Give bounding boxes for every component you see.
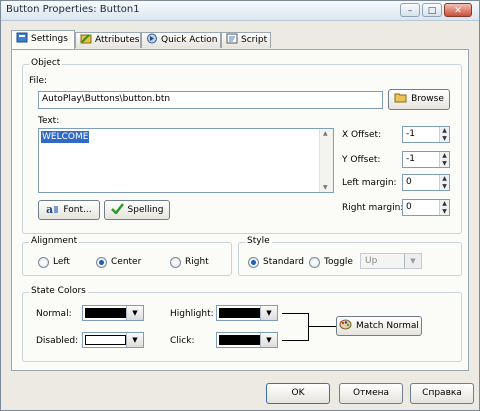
file-field[interactable]: AutoPlay\Buttons\button.btn	[38, 91, 383, 109]
close-icon[interactable]: ✕	[444, 3, 472, 17]
browse-label: Browse	[411, 94, 444, 104]
style-legend: Style	[245, 236, 272, 246]
quick-action-icon	[146, 33, 158, 44]
maximize-icon[interactable]: □	[422, 3, 442, 17]
spell-check-icon	[110, 203, 124, 215]
help-button[interactable]: Справка	[410, 383, 474, 404]
normal-color-picker[interactable]: ▼	[82, 305, 144, 321]
left-margin-value: 0	[406, 177, 412, 187]
settings-page: Object File: AutoPlay\Buttons\button.btn…	[11, 49, 469, 371]
window-title: Button Properties: Button1	[6, 4, 140, 15]
tab-script[interactable]: Script	[221, 32, 271, 48]
align-center-label[interactable]: Center	[111, 257, 141, 267]
font-button[interactable]: a Font...	[38, 200, 100, 220]
file-label: File:	[29, 76, 48, 86]
chevron-down-icon[interactable]: ▼	[260, 333, 277, 347]
normal-color-swatch	[85, 308, 126, 318]
browse-button[interactable]: Browse	[388, 89, 450, 110]
click-color-swatch	[219, 335, 260, 345]
tab-attributes[interactable]: Attributes	[75, 32, 141, 48]
spelling-button[interactable]: Spelling	[104, 200, 170, 220]
tab-settings[interactable]: Settings	[11, 30, 75, 49]
x-offset-spinner[interactable]: ▲ ▼	[439, 127, 449, 142]
text-scrollbar[interactable]: ▲ ▼	[319, 129, 333, 192]
scroll-down-icon[interactable]: ▼	[323, 184, 328, 191]
match-normal-label: Match Normal	[356, 321, 419, 331]
x-offset-value: -1	[406, 129, 415, 139]
y-offset-field[interactable]: -1 ▲ ▼	[402, 151, 450, 168]
y-offset-spinner[interactable]: ▲ ▼	[439, 152, 449, 167]
font-label: Font...	[63, 205, 92, 215]
tab-settings-label: Settings	[31, 34, 68, 44]
left-margin-field[interactable]: 0 ▲ ▼	[402, 174, 450, 191]
svg-text:a: a	[46, 203, 53, 214]
tab-script-label: Script	[241, 35, 268, 45]
click-color-picker[interactable]: ▼	[216, 332, 278, 348]
font-icon: a	[46, 203, 59, 216]
chevron-down-icon[interactable]: ▼	[404, 254, 421, 268]
minimize-icon[interactable]: –	[400, 3, 420, 17]
disabled-color-picker[interactable]: ▼	[82, 332, 144, 348]
text-area[interactable]: WELCOME ▲ ▼	[38, 128, 334, 193]
y-offset-label: Y Offset:	[342, 155, 381, 165]
object-legend: Object	[29, 58, 63, 68]
connector-line	[308, 313, 309, 341]
folder-icon	[394, 92, 407, 103]
style-toggle-label[interactable]: Toggle	[324, 257, 353, 267]
text-label: Text:	[38, 116, 60, 126]
x-offset-label: X Offset:	[342, 130, 382, 140]
left-margin-label: Left margin:	[342, 178, 397, 188]
settings-icon	[16, 32, 28, 43]
disabled-color-swatch	[85, 335, 126, 345]
normal-label: Normal:	[36, 309, 72, 319]
disabled-label: Disabled:	[36, 336, 79, 346]
highlight-color-swatch	[219, 308, 260, 318]
dialog-window: Button Properties: Button1 – □ ✕ Setting…	[0, 0, 480, 411]
right-margin-label: Right margin:	[342, 203, 404, 213]
palette-icon	[339, 319, 352, 330]
align-left-label[interactable]: Left	[53, 257, 70, 267]
state-colors-legend: State Colors	[29, 286, 88, 296]
right-margin-spinner[interactable]: ▲ ▼	[439, 200, 449, 215]
script-icon	[226, 33, 238, 44]
style-standard-label[interactable]: Standard	[263, 257, 304, 267]
ok-button[interactable]: OK	[266, 383, 330, 404]
title-bar[interactable]: Button Properties: Button1 – □ ✕	[1, 1, 479, 21]
chevron-down-icon[interactable]: ▼	[126, 306, 143, 320]
alignment-legend: Alignment	[29, 236, 80, 246]
style-toggle-radio[interactable]	[309, 257, 320, 268]
chevron-down-icon[interactable]: ▼	[260, 306, 277, 320]
chevron-down-icon[interactable]: ▼	[126, 333, 143, 347]
x-offset-field[interactable]: -1 ▲ ▼	[402, 126, 450, 143]
toggle-state-select[interactable]: Up ▼	[360, 253, 422, 269]
spelling-label: Spelling	[127, 205, 164, 215]
connector-line	[282, 313, 308, 314]
scroll-up-icon[interactable]: ▲	[323, 130, 328, 137]
text-value: WELCOME	[41, 131, 90, 143]
tab-quick-action-label: Quick Action	[161, 35, 218, 45]
highlight-label: Highlight:	[170, 309, 214, 319]
align-right-radio[interactable]	[170, 257, 181, 268]
y-offset-value: -1	[406, 154, 415, 164]
connector-line	[308, 326, 336, 327]
cancel-button[interactable]: Отмена	[339, 383, 403, 404]
connector-line	[282, 340, 308, 341]
toggle-state-value: Up	[365, 256, 378, 266]
match-normal-button[interactable]: Match Normal	[336, 316, 422, 336]
right-margin-field[interactable]: 0 ▲ ▼	[402, 199, 450, 216]
left-margin-spinner[interactable]: ▲ ▼	[439, 175, 449, 190]
highlight-color-picker[interactable]: ▼	[216, 305, 278, 321]
align-left-radio[interactable]	[38, 257, 49, 268]
style-standard-radio[interactable]	[248, 257, 259, 268]
align-right-label[interactable]: Right	[185, 257, 209, 267]
attributes-icon	[80, 33, 92, 44]
right-margin-value: 0	[406, 202, 412, 212]
tab-quick-action[interactable]: Quick Action	[141, 32, 221, 48]
align-center-radio[interactable]	[96, 257, 107, 268]
tab-attributes-label: Attributes	[95, 35, 140, 45]
click-label: Click:	[170, 336, 195, 346]
